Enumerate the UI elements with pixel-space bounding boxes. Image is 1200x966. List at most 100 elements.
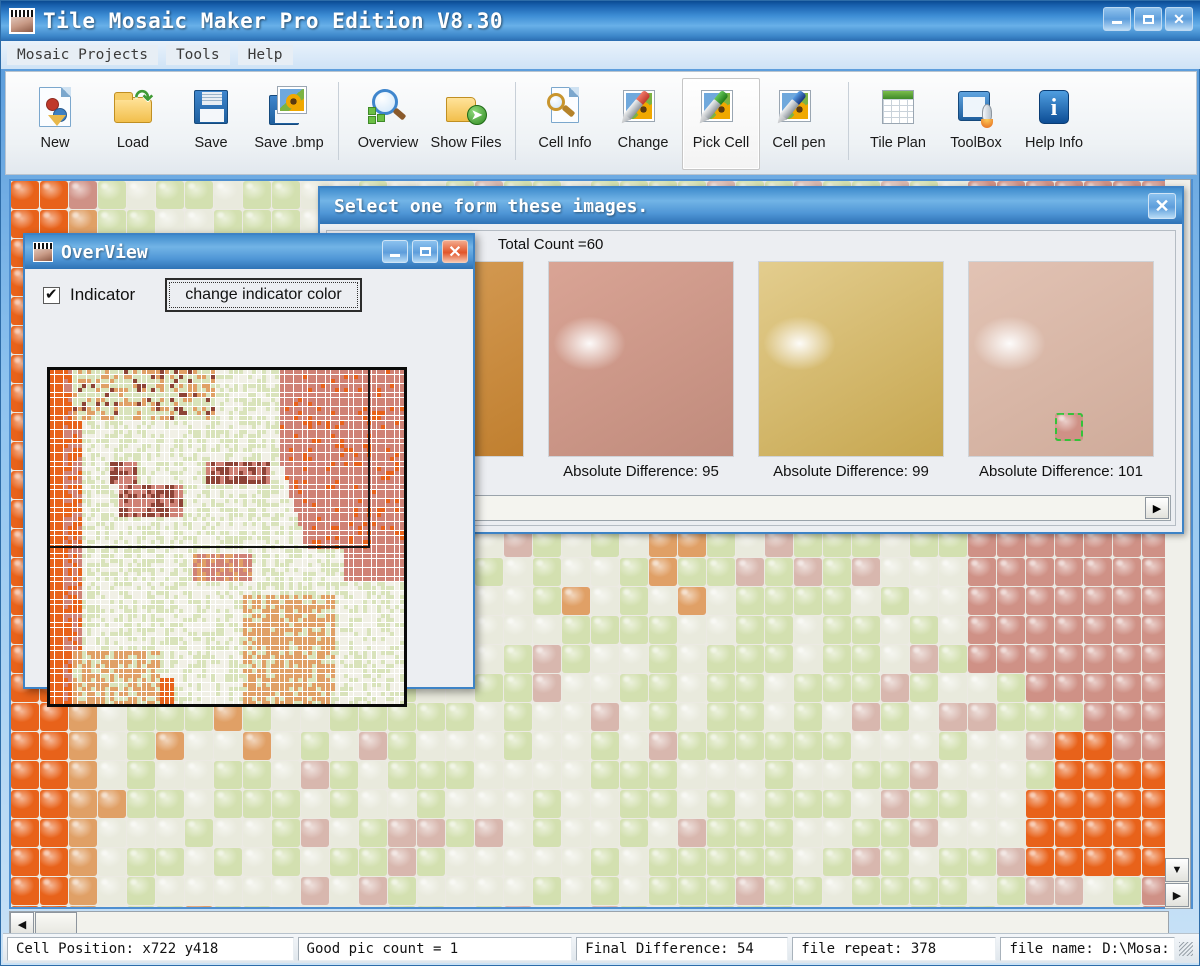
mosaic-tile[interactable] [1084,558,1112,586]
mosaic-tile[interactable] [1026,819,1054,847]
mosaic-tile[interactable] [475,761,503,789]
mosaic-tile[interactable] [736,558,764,586]
mosaic-tile[interactable] [765,587,793,615]
mosaic-tile[interactable] [649,790,677,818]
mosaic-tile[interactable] [939,616,967,644]
mosaic-tile[interactable] [765,761,793,789]
mosaic-tile[interactable] [1055,587,1083,615]
mosaic-tile[interactable] [968,790,996,818]
mosaic-tile[interactable] [765,616,793,644]
mosaic-tile[interactable] [997,703,1025,731]
thumbnail-image[interactable] [758,261,944,457]
mosaic-tile[interactable] [968,703,996,731]
mosaic-tile[interactable] [98,819,126,847]
mosaic-tile[interactable] [881,906,909,909]
mosaic-tile[interactable] [852,848,880,876]
mosaic-tile[interactable] [185,732,213,760]
mosaic-tile[interactable] [330,877,358,905]
mosaic-tile[interactable] [794,674,822,702]
mosaic-tile[interactable] [417,761,445,789]
mosaic-tile[interactable] [1026,761,1054,789]
mosaic-tile[interactable] [736,703,764,731]
mosaic-tile[interactable] [214,819,242,847]
mosaic-tile[interactable] [533,790,561,818]
mosaic-tile[interactable] [1026,906,1054,909]
mosaic-tile[interactable] [707,674,735,702]
mosaic-tile[interactable] [591,645,619,673]
mosaic-tile[interactable] [620,790,648,818]
mosaic-tile[interactable] [736,674,764,702]
mosaic-tile[interactable] [388,732,416,760]
mosaic-tile[interactable] [1113,848,1141,876]
mosaic-tile[interactable] [765,906,793,909]
mosaic-tile[interactable] [1113,645,1141,673]
mosaic-tile[interactable] [533,848,561,876]
mosaic-tile[interactable] [214,703,242,731]
scroll-down-button[interactable]: ▼ [1165,858,1189,882]
mosaic-tile[interactable] [1026,645,1054,673]
mosaic-tile[interactable] [736,616,764,644]
mosaic-tile[interactable] [185,761,213,789]
mosaic-tile[interactable] [1113,616,1141,644]
mosaic-tile[interactable] [968,674,996,702]
mosaic-tile[interactable] [823,645,851,673]
mosaic-tile[interactable] [127,181,155,209]
mosaic-tile[interactable] [40,906,68,909]
mosaic-tile[interactable] [591,906,619,909]
mosaic-tile[interactable] [997,616,1025,644]
mosaic-tile[interactable] [359,906,387,909]
mosaic-tile[interactable] [678,790,706,818]
mosaic-tile[interactable] [997,877,1025,905]
mosaic-tile[interactable] [678,761,706,789]
mosaic-tile[interactable] [475,790,503,818]
mosaic-tile[interactable] [997,558,1025,586]
mosaic-tile[interactable] [736,906,764,909]
mosaic-tile[interactable] [504,906,532,909]
mosaic-tile[interactable] [98,761,126,789]
mosaic-tile[interactable] [330,790,358,818]
mosaic-tile[interactable] [794,906,822,909]
mosaic-tile[interactable] [127,761,155,789]
mosaic-tile[interactable] [11,877,39,905]
toolbar-button-tile-plan[interactable]: Tile Plan [859,78,937,170]
mosaic-tile[interactable] [272,761,300,789]
mosaic-tile[interactable] [446,761,474,789]
mosaic-tile[interactable] [620,848,648,876]
mosaic-tile[interactable] [243,848,271,876]
mosaic-tile[interactable] [359,848,387,876]
scroll-right-button[interactable]: ▶ [1165,883,1189,907]
mosaic-tile[interactable] [765,558,793,586]
mosaic-tile[interactable] [736,877,764,905]
mosaic-tile[interactable] [504,790,532,818]
mosaic-tile[interactable] [997,848,1025,876]
mosaic-tile[interactable] [40,790,68,818]
mosaic-tile[interactable] [40,761,68,789]
mosaic-tile[interactable] [562,558,590,586]
mosaic-tile[interactable] [620,674,648,702]
mosaic-tile[interactable] [1084,616,1112,644]
mosaic-tile[interactable] [649,819,677,847]
mosaic-tile[interactable] [736,732,764,760]
mosaic-tile[interactable] [446,732,474,760]
mosaic-tile[interactable] [504,848,532,876]
mosaic-tile[interactable] [214,761,242,789]
mosaic-tile[interactable] [1084,761,1112,789]
mosaic-tile[interactable] [301,703,329,731]
mosaic-tile[interactable] [446,790,474,818]
mosaic-tile[interactable] [968,616,996,644]
mosaic-tile[interactable] [707,732,735,760]
mosaic-tile[interactable] [1026,848,1054,876]
mosaic-tile[interactable] [707,616,735,644]
mosaic-tile[interactable] [678,906,706,909]
mosaic-tile[interactable] [475,645,503,673]
mosaic-tile[interactable] [649,587,677,615]
mosaic-tile[interactable] [823,674,851,702]
mosaic-tile[interactable] [1084,790,1112,818]
mosaic-tile[interactable] [968,587,996,615]
mosaic-tile[interactable] [794,616,822,644]
mosaic-tile[interactable] [156,703,184,731]
mosaic-tile[interactable] [562,732,590,760]
mosaic-tile[interactable] [823,848,851,876]
mosaic-tile[interactable] [475,819,503,847]
indicator-checkbox[interactable]: Indicator [43,285,135,305]
